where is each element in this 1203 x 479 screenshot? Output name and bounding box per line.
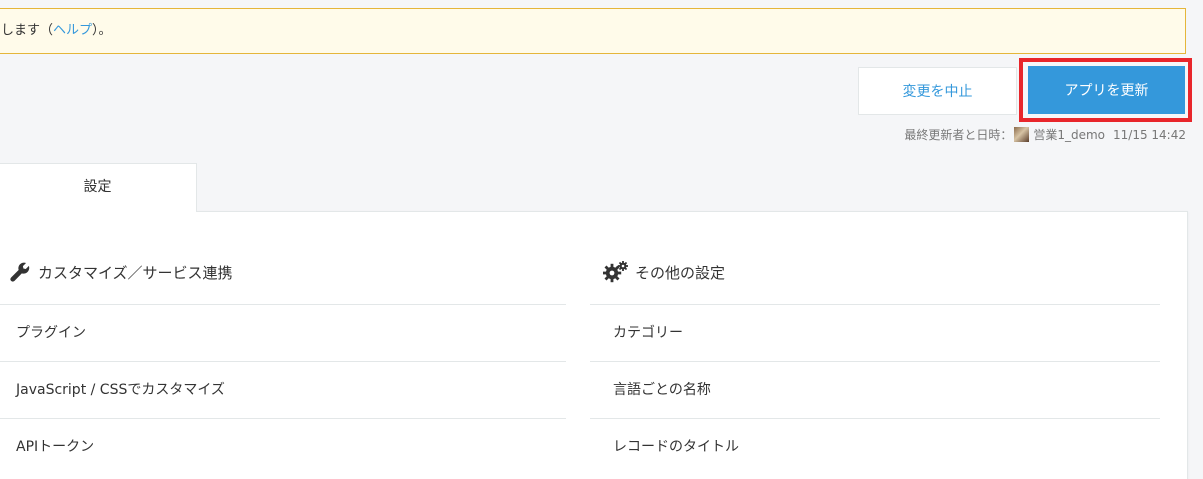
list-item-language-names[interactable]: 言語ごとの名称 <box>590 361 1160 418</box>
list-item-api-token[interactable]: APIトークン <box>0 418 566 475</box>
notice-tail: ）。 <box>92 23 112 38</box>
avatar <box>1014 127 1030 142</box>
customize-list: プラグイン JavaScript / CSSでカスタマイズ APIトークン <box>0 304 566 475</box>
wrench-icon <box>10 262 30 282</box>
last-updated-user[interactable]: 営業1_demo <box>1033 126 1105 143</box>
list-item-record-title[interactable]: レコードのタイトル <box>590 418 1160 475</box>
tab-settings[interactable]: 設定 <box>0 163 197 212</box>
notice-banner: します（ヘルプ）。 <box>0 8 1186 54</box>
section-customize-header: カスタマイズ／サービス連携 <box>8 258 233 286</box>
cancel-changes-button[interactable]: 変更を中止 <box>858 67 1017 115</box>
gears-icon <box>603 261 628 283</box>
list-item-category[interactable]: カテゴリー <box>590 304 1160 361</box>
section-other-title: その他の設定 <box>635 263 726 282</box>
other-settings-list: カテゴリー 言語ごとの名称 レコードのタイトル <box>590 304 1160 475</box>
list-item-plugin[interactable]: プラグイン <box>0 304 566 361</box>
list-item-js-css[interactable]: JavaScript / CSSでカスタマイズ <box>0 361 566 418</box>
last-updated-datetime: 11/15 14:42 <box>1113 127 1186 142</box>
last-updated-info: 最終更新者と日時： 営業1_demo 11/15 14:42 <box>904 126 1186 143</box>
help-link[interactable]: ヘルプ <box>53 23 92 38</box>
section-customize-title: カスタマイズ／サービス連携 <box>38 263 233 282</box>
section-other-header: その他の設定 <box>603 258 725 286</box>
update-app-button[interactable]: アプリを更新 <box>1028 66 1185 114</box>
last-updated-label: 最終更新者と日時： <box>904 128 1013 142</box>
notice-text: します（ <box>1 23 54 38</box>
